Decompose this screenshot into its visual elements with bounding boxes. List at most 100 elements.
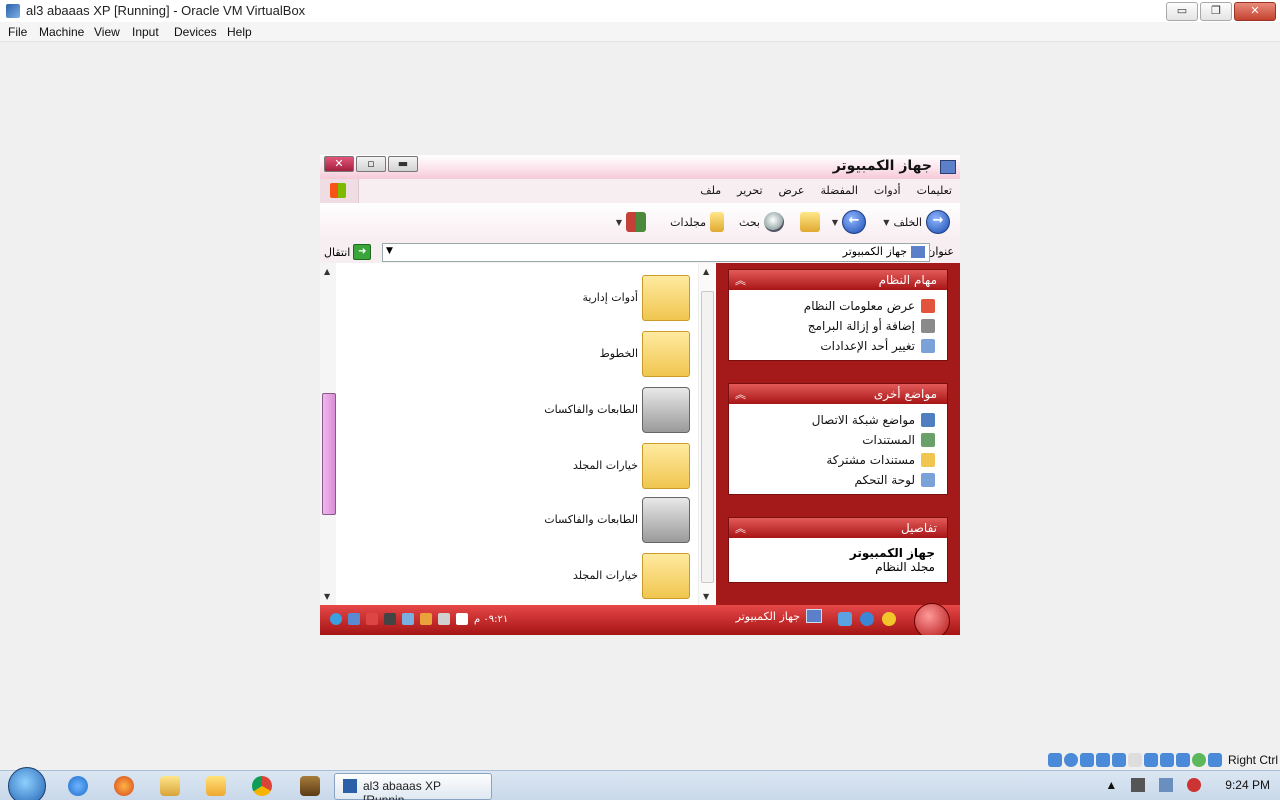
- audio-icon[interactable]: [1079, 753, 1094, 767]
- file-explorer-icon[interactable]: [160, 776, 180, 796]
- host-menu-file[interactable]: File: [8, 25, 27, 39]
- scroll-down-icon[interactable]: ▼: [324, 592, 330, 601]
- keyboard-icon[interactable]: [1207, 753, 1222, 767]
- address-input[interactable]: جهاز الكمبيوتر ▼: [382, 243, 930, 262]
- link-system-info[interactable]: عرض معلومات النظام: [735, 296, 935, 316]
- list-item[interactable]: الطابعات والفاكسات: [530, 497, 690, 545]
- address-dropdown-icon[interactable]: ▼: [386, 246, 393, 256]
- media-player-icon[interactable]: [206, 776, 226, 796]
- app-shortcut-icon[interactable]: [300, 776, 320, 796]
- optical-drive-icon[interactable]: [1063, 753, 1078, 767]
- link-control-panel[interactable]: لوحة التحكم: [735, 470, 935, 490]
- host-menu-machine[interactable]: Machine: [39, 25, 84, 39]
- link-my-documents[interactable]: المستندات: [735, 430, 935, 450]
- messenger-icon[interactable]: [882, 612, 896, 626]
- left-scrollbar[interactable]: ▲ ▼: [320, 263, 336, 605]
- system-tasks-header[interactable]: مهام النظام ︽: [729, 270, 947, 290]
- collapse-icon[interactable]: ︽: [735, 272, 746, 288]
- virtualbox-icon: [6, 4, 20, 18]
- views-button[interactable]: ▼: [616, 211, 646, 233]
- host-menu-help[interactable]: Help: [227, 25, 252, 39]
- menu-file[interactable]: ملف: [700, 184, 721, 197]
- explorer-minimize-button[interactable]: ▬: [388, 156, 418, 172]
- host-system-tray: ▲ 9:24 PM: [1105, 778, 1270, 792]
- explorer-maximize-button[interactable]: ▫: [356, 156, 386, 172]
- volume-muted-icon[interactable]: [1187, 778, 1202, 792]
- tray-camera-icon[interactable]: [366, 613, 378, 625]
- tray-app-icon[interactable]: [438, 613, 450, 625]
- action-center-flag-icon[interactable]: [1131, 778, 1146, 792]
- host-clock[interactable]: 9:24 PM: [1225, 778, 1270, 792]
- up-folder-button[interactable]: [800, 211, 820, 233]
- cpu-icon[interactable]: [1175, 753, 1190, 767]
- volume-icon[interactable]: [456, 613, 468, 625]
- network-icon[interactable]: [1159, 778, 1174, 792]
- hdd-status-icon[interactable]: [1047, 753, 1062, 767]
- host-menu-devices[interactable]: Devices: [174, 25, 217, 39]
- link-network-places[interactable]: مواضع شبكة الاتصال: [735, 410, 935, 430]
- link-change-setting[interactable]: تغيير أحد الإعدادات: [735, 336, 935, 356]
- guest-start-button[interactable]: [914, 603, 950, 635]
- forward-dropdown-icon[interactable]: ▼: [832, 218, 838, 227]
- list-item[interactable]: خيارات المجلد: [530, 553, 690, 601]
- scroll-up-icon[interactable]: ▲: [703, 267, 709, 276]
- scroll-down-icon[interactable]: ▼: [703, 592, 709, 601]
- scroll-thumb[interactable]: [701, 291, 714, 583]
- scroll-thumb[interactable]: [322, 393, 336, 515]
- tray-network-icon[interactable]: [402, 613, 414, 625]
- host-minimize-button[interactable]: ▭: [1166, 2, 1198, 21]
- explorer-close-button[interactable]: ✕: [324, 156, 354, 172]
- host-close-button[interactable]: ✕: [1234, 2, 1276, 21]
- tray-chat-icon[interactable]: [348, 613, 360, 625]
- show-desktop-icon[interactable]: [838, 612, 852, 626]
- shared-folders-icon[interactable]: [1127, 753, 1142, 767]
- tray-tool-icon[interactable]: [420, 613, 432, 625]
- list-item[interactable]: الخطوط: [530, 331, 690, 379]
- other-places-header[interactable]: مواضع أخرى ︽: [729, 384, 947, 404]
- menu-view[interactable]: عرض: [779, 184, 805, 197]
- list-item[interactable]: أدوات إدارية: [530, 275, 690, 323]
- guest-taskbar: جهاز الكمبيوتر ٠٩:٢١ م: [320, 603, 960, 635]
- list-item[interactable]: الطابعات والفاكسات: [530, 387, 690, 435]
- usb-icon[interactable]: [1111, 753, 1126, 767]
- menu-edit[interactable]: تحرير: [737, 184, 762, 197]
- scroll-up-icon[interactable]: ▲: [324, 267, 330, 276]
- programs-icon: [921, 319, 935, 333]
- link-add-remove-programs[interactable]: إضافة أو إزالة البرامج: [735, 316, 935, 336]
- printer-icon: [642, 387, 690, 433]
- go-button[interactable]: ➜ انتقال: [324, 244, 372, 260]
- collapse-icon[interactable]: ︽: [735, 520, 746, 536]
- display-icon[interactable]: [1143, 753, 1158, 767]
- show-hidden-icons[interactable]: ▲: [1105, 778, 1117, 792]
- taskbar-virtualbox-window[interactable]: al3 abaaas XP [Runnin...: [334, 773, 492, 800]
- search-button[interactable]: بحث: [739, 211, 784, 233]
- forward-button[interactable]: ← ▼: [832, 210, 866, 234]
- views-dropdown-icon[interactable]: ▼: [616, 218, 622, 227]
- network-status-icon[interactable]: [1095, 753, 1110, 767]
- folders-button[interactable]: مجلدات: [670, 211, 724, 233]
- collapse-icon[interactable]: ︽: [735, 386, 746, 402]
- firefox-icon[interactable]: [114, 776, 134, 796]
- ie-icon[interactable]: [860, 612, 874, 626]
- back-button[interactable]: → الخلف ▼: [883, 210, 950, 234]
- menu-tools[interactable]: أدوات: [874, 184, 901, 197]
- tray-update-icon[interactable]: [330, 613, 342, 625]
- chrome-icon[interactable]: [252, 776, 272, 796]
- host-menu-view[interactable]: View: [94, 25, 120, 39]
- host-restore-button[interactable]: ❐: [1200, 2, 1232, 21]
- mouse-integration-icon[interactable]: [1191, 753, 1206, 767]
- details-header[interactable]: تفاصيل ︽: [729, 518, 947, 538]
- menu-help[interactable]: تعليمات: [917, 184, 952, 197]
- back-dropdown-icon[interactable]: ▼: [883, 218, 889, 227]
- menu-favorites[interactable]: المفضلة: [820, 184, 857, 197]
- guest-task-my-computer[interactable]: جهاز الكمبيوتر: [736, 609, 822, 623]
- start-button[interactable]: [8, 767, 46, 800]
- file-pane-scrollbar[interactable]: ▲ ▼: [698, 263, 715, 605]
- tray-pen-icon[interactable]: [384, 613, 396, 625]
- internet-explorer-icon[interactable]: [68, 776, 88, 796]
- address-value: جهاز الكمبيوتر: [842, 245, 907, 258]
- list-item[interactable]: خيارات المجلد: [530, 443, 690, 491]
- recording-icon[interactable]: [1159, 753, 1174, 767]
- link-shared-documents[interactable]: مستندات مشتركة: [735, 450, 935, 470]
- host-menu-input[interactable]: Input: [132, 25, 159, 39]
